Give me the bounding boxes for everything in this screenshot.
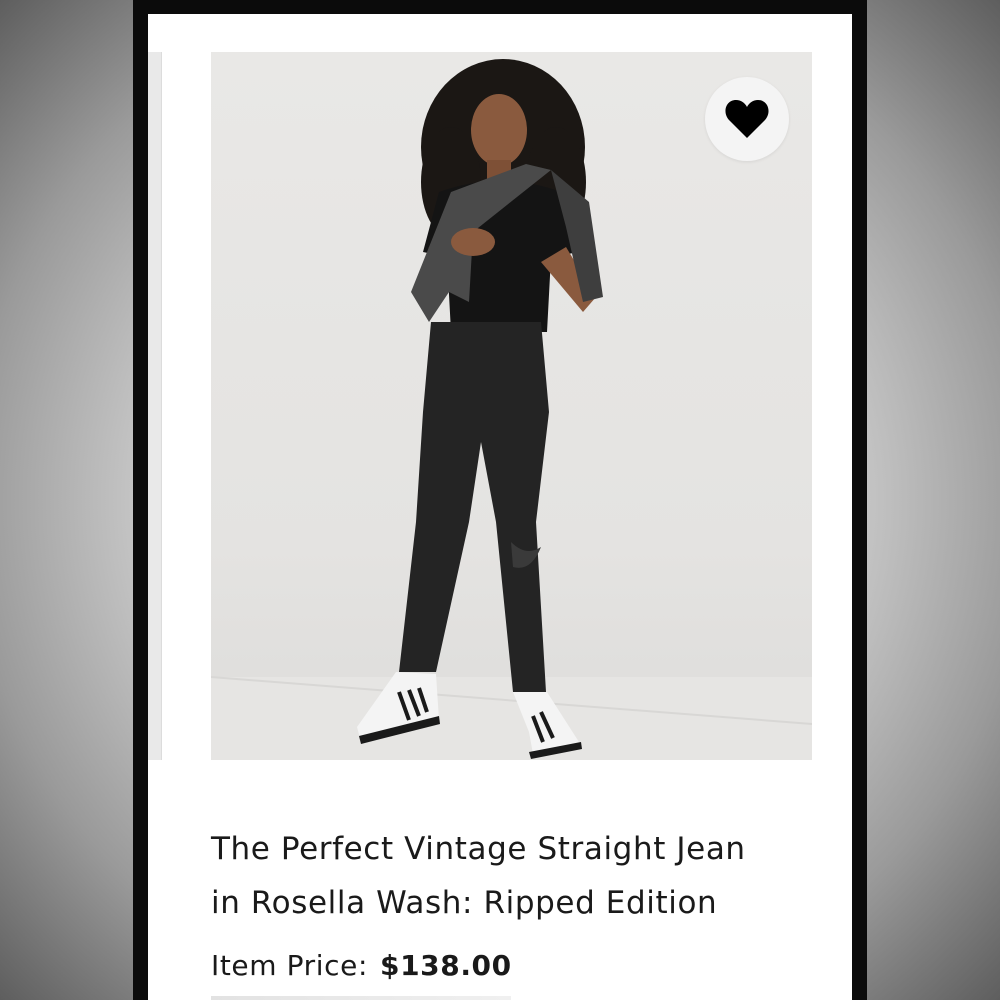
price-label: Item Price: — [211, 949, 368, 982]
previous-image-edge[interactable] — [148, 52, 162, 760]
cut-off-text — [211, 996, 511, 1000]
price-value: $138.00 — [379, 949, 512, 982]
favorite-button[interactable] — [705, 77, 789, 161]
product-title: The Perfect Vintage Straight Jean in Ros… — [211, 822, 831, 930]
product-image[interactable] — [211, 52, 812, 760]
heart-icon — [725, 100, 769, 138]
product-title-line-1: The Perfect Vintage Straight Jean — [211, 831, 746, 867]
model-photo — [211, 59, 812, 760]
price-row: Item Price: $138.00 — [211, 944, 512, 988]
product-title-line-2: in Rosella Wash: Ripped Edition — [211, 885, 718, 921]
